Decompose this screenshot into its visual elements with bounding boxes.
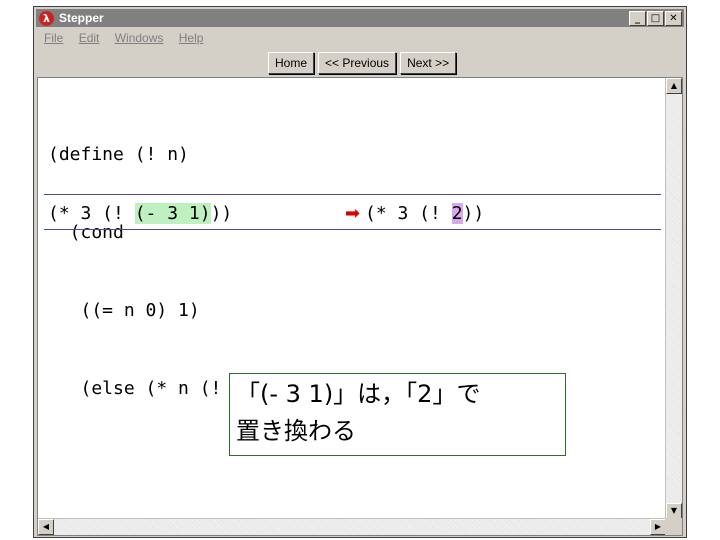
step-before: (* 3 (! (- 3 1))) <box>48 202 232 226</box>
menu-windows[interactable]: Windows <box>115 31 164 45</box>
scroll-left-icon[interactable]: ◀ <box>38 519 54 535</box>
next-button[interactable]: Next >> <box>400 52 457 74</box>
window-controls: _ □ ✕ <box>628 11 682 30</box>
menu-edit[interactable]: Edit <box>79 31 100 45</box>
stepper-content[interactable]: (define (! n) (cond ((= n 0) 1) (else (*… <box>37 77 683 536</box>
before-prefix: (* 3 (! <box>48 203 135 224</box>
scroll-right-icon[interactable]: ▶ <box>650 519 666 535</box>
maximize-button[interactable]: □ <box>647 11 664 26</box>
callout-line-2: 置き換わる <box>236 417 356 445</box>
callout-line-1: 「(- 3 1)」は，「2」で <box>236 380 481 408</box>
horizontal-scrollbar[interactable]: ◀ ▶ <box>38 518 666 535</box>
explanation-callout: 「(- 3 1)」は，「2」で 置き換わる <box>229 373 566 456</box>
right-arrow-icon: ➡ <box>345 203 361 224</box>
before-suffix: )) <box>210 203 233 224</box>
code-line: ((= n 0) 1) <box>48 300 200 321</box>
close-button[interactable]: ✕ <box>665 11 682 26</box>
title-bar[interactable]: λ Stepper _ □ ✕ <box>36 9 684 27</box>
after-prefix: (* 3 (! <box>365 203 452 224</box>
menu-help[interactable]: Help <box>179 31 204 45</box>
lambda-icon: λ <box>39 11 54 26</box>
redex-highlight: (- 3 1) <box>134 203 211 224</box>
previous-button[interactable]: << Previous <box>318 52 397 74</box>
minimize-button[interactable]: _ <box>629 11 646 26</box>
code-line: (define (! n) <box>48 144 189 165</box>
after-suffix: )) <box>462 203 485 224</box>
scroll-down-icon[interactable]: ▼ <box>666 503 682 519</box>
stepper-window: λ Stepper _ □ ✕ File Edit Windows Help Hom… <box>33 6 687 538</box>
scroll-up-icon[interactable]: ▲ <box>666 78 682 94</box>
window-title: Stepper <box>59 11 104 25</box>
result-highlight: 2 <box>451 203 463 224</box>
menu-bar: File Edit Windows Help <box>44 31 215 45</box>
separator-bottom <box>44 229 661 230</box>
step-after: (* 3 (! 2)) <box>365 202 484 226</box>
menu-file[interactable]: File <box>44 31 63 45</box>
vertical-scrollbar[interactable]: ▲ ▼ <box>665 78 682 519</box>
step-navigation: Home << Previous Next >> <box>268 52 460 74</box>
separator-top <box>44 194 661 195</box>
home-button[interactable]: Home <box>268 52 315 74</box>
scrollbar-corner <box>665 518 682 535</box>
